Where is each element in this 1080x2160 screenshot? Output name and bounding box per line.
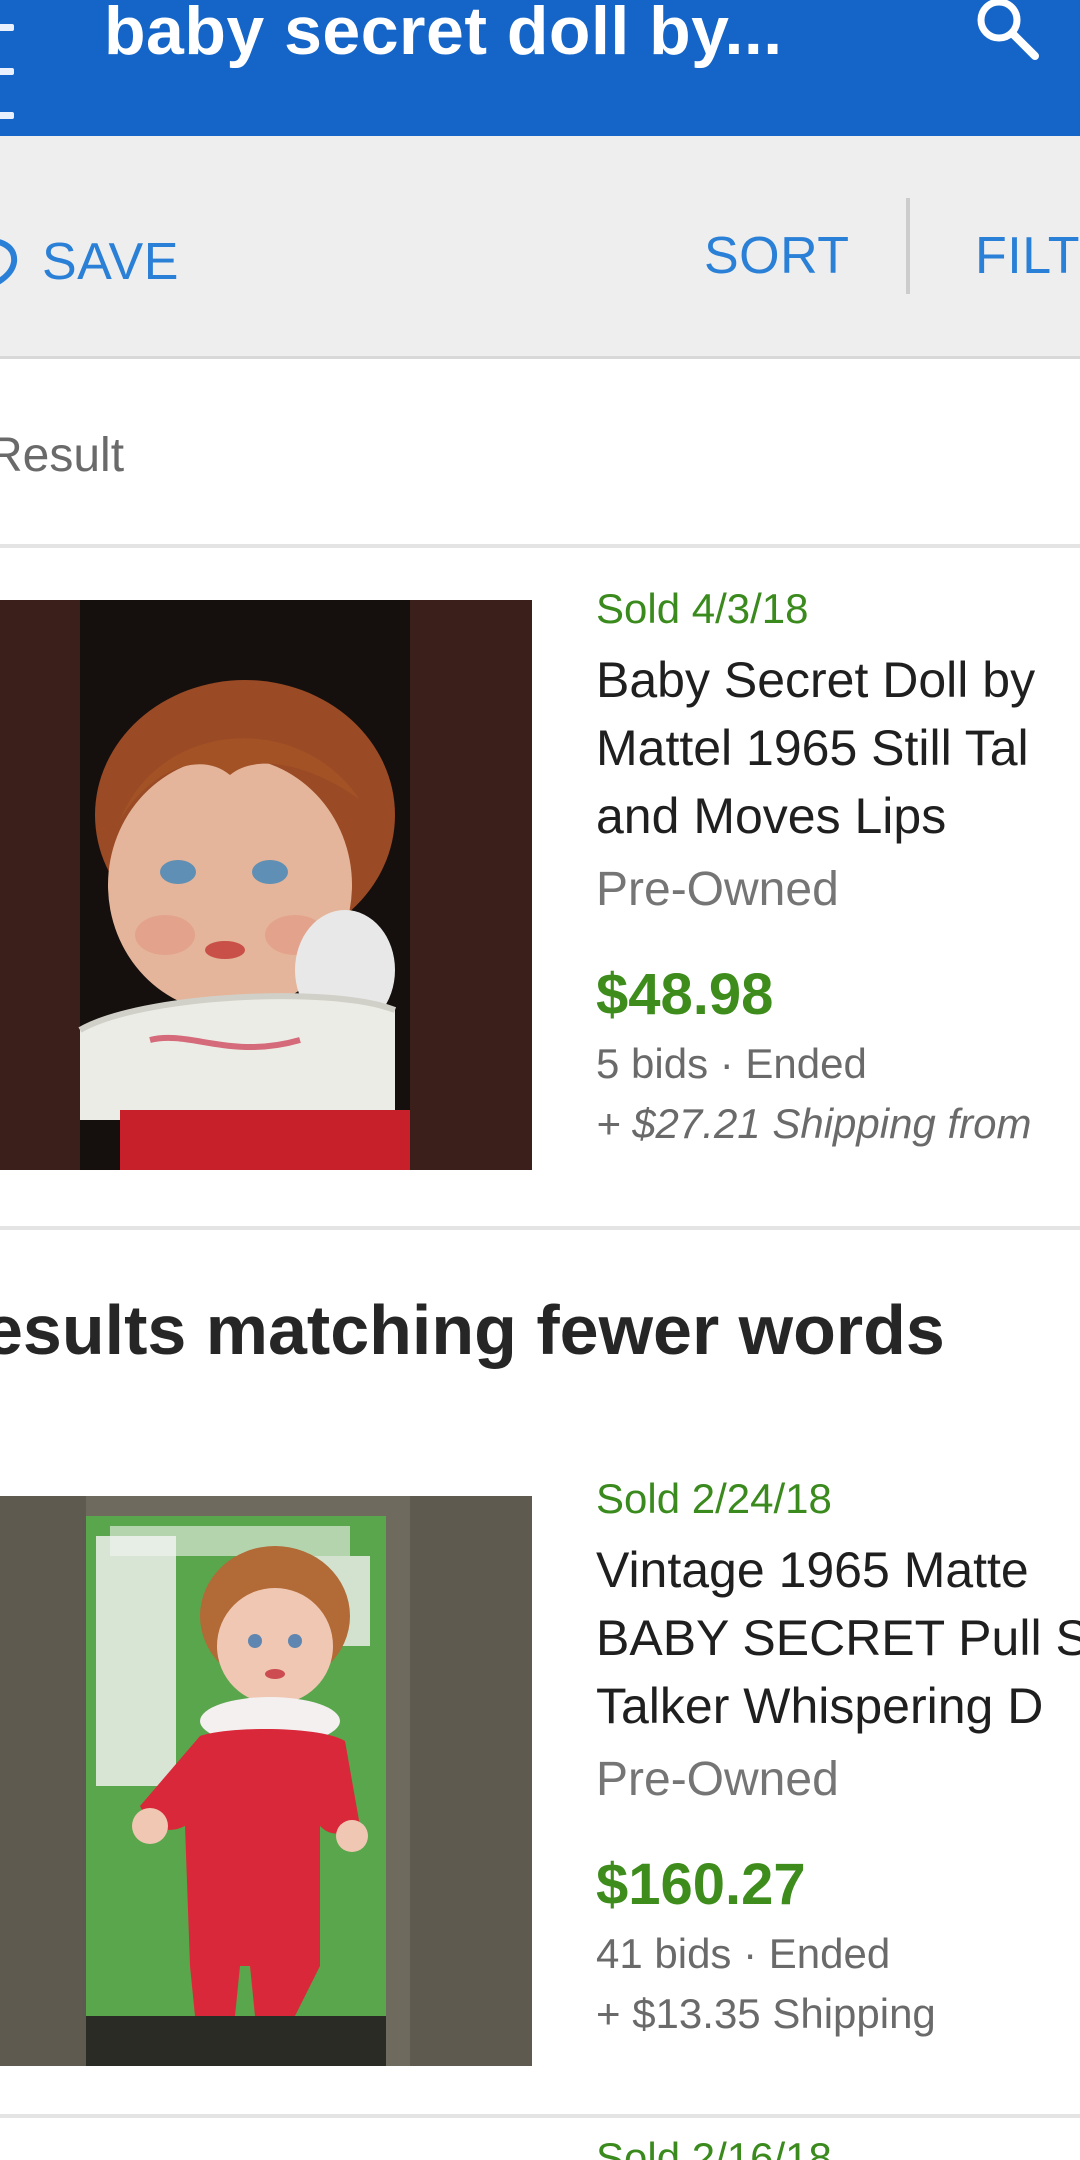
title-line: Vintage 1965 Matte (596, 1542, 1029, 1598)
bid-status: 5 bids · Ended (596, 1040, 867, 1087)
listing-details: Sold 4/3/18 Baby Secret Doll by Mattel 1… (596, 580, 1080, 1152)
sold-date: Sold 2/24/18 (596, 1475, 832, 1522)
item-price: $48.98 (596, 962, 774, 1027)
listing-details: Sold 2/24/18 Vintage 1965 Matte BABY SEC… (596, 1470, 1080, 2042)
sort-button[interactable]: SORT (704, 226, 850, 286)
search-query-text[interactable]: baby secret doll by... (104, 0, 783, 70)
toolbar-divider (906, 198, 910, 294)
item-condition: Pre-Owned (596, 1753, 839, 1806)
item-condition: Pre-Owned (596, 863, 839, 916)
filter-button[interactable]: FILT (975, 226, 1080, 286)
listing-title[interactable]: Baby Secret Doll by Mattel 1965 Still Ta… (596, 646, 1080, 850)
title-line: Baby Secret Doll by (596, 652, 1036, 708)
save-search-button[interactable]: SAVE (0, 222, 179, 302)
search-app-bar: baby secret doll by... (0, 0, 1080, 136)
bid-status: 41 bids · Ended (596, 1930, 891, 1977)
ebay-search-screen: baby secret doll by... SAVE SORT FILT Re… (0, 0, 1080, 2160)
shipping-cost: + $13.35 Shipping (596, 1990, 936, 2037)
listing-item[interactable]: Sold 4/3/18 Baby Secret Doll by Mattel 1… (0, 580, 1080, 1180)
listing-thumbnail[interactable] (0, 600, 532, 1170)
fewer-words-heading: esults matching fewer words (0, 1291, 945, 1369)
menu-icon[interactable] (0, 24, 16, 124)
item-price: $160.27 (596, 1852, 806, 1917)
shipping-cost: + $27.21 Shipping from (596, 1100, 1032, 1147)
title-line: BABY SECRET Pull S (596, 1610, 1080, 1666)
heart-icon (0, 232, 20, 292)
title-line: Mattel 1965 Still Tal (596, 720, 1029, 776)
title-line: Talker Whispering D (596, 1678, 1044, 1734)
sold-date: Sold 4/3/18 (596, 585, 809, 632)
save-label: SAVE (42, 233, 179, 291)
next-listing-sold-date: Sold 2/16/18 (596, 2134, 832, 2160)
title-line: and Moves Lips (596, 788, 947, 844)
results-toolbar: SAVE SORT FILT (0, 136, 1080, 359)
divider (0, 2114, 1080, 2118)
search-icon[interactable] (965, 0, 1055, 70)
listing-thumbnail[interactable] (0, 1496, 532, 2066)
listing-item[interactable]: Sold 2/24/18 Vintage 1965 Matte BABY SEC… (0, 1470, 1080, 2070)
divider (0, 1226, 1080, 1230)
result-count: Result (0, 429, 125, 482)
listing-title[interactable]: Vintage 1965 Matte BABY SECRET Pull S Ta… (596, 1536, 1080, 1740)
divider (0, 544, 1080, 548)
